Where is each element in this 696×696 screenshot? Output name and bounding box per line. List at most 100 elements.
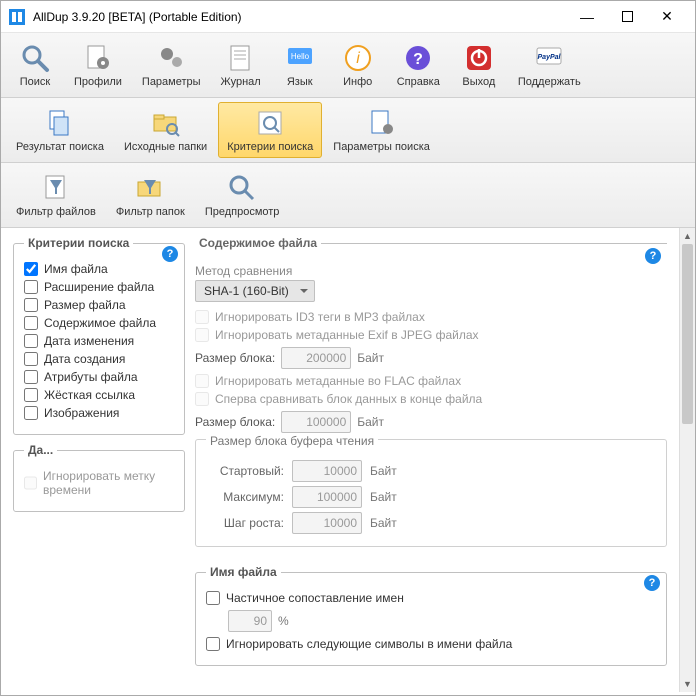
window-title: AllDup 3.9.20 [BETA] (Portable Edition) [33, 10, 567, 24]
toolbar-magnifier-button[interactable]: Поиск [7, 37, 63, 93]
criteria-item-7[interactable]: Жёсткая ссылка [24, 388, 174, 402]
help-icon[interactable]: ? [644, 575, 660, 591]
toolbar-power-button[interactable]: Выход [451, 37, 507, 93]
toolbar-label: Поиск [20, 76, 50, 88]
log-icon [225, 42, 257, 74]
params-icon [366, 107, 398, 139]
buffer-step-row: Шаг роста: Байт [206, 512, 656, 534]
ignore-timestamp-label: Игнорировать метку времени [43, 469, 174, 497]
date-options-group: Да... Игнорировать метку времени [13, 443, 185, 512]
maximize-button[interactable] [607, 2, 647, 32]
toolbar-label: Профили [74, 76, 122, 88]
toolbar-label: Выход [462, 76, 495, 88]
tab-folders[interactable]: Исходные папки [115, 102, 216, 158]
app-icon [9, 9, 25, 25]
date-options-legend: Да... [24, 443, 57, 457]
ignore-chars-checkbox[interactable]: Игнорировать следующие символы в имени ф… [206, 637, 656, 651]
help-icon[interactable]: ? [162, 246, 178, 262]
toolbar-label: Справка [397, 76, 440, 88]
ignore-id3-checkbox: Игнорировать ID3 теги в MP3 файлах [195, 310, 667, 324]
gear-doc-icon [82, 42, 114, 74]
info-icon: i [342, 42, 374, 74]
scroll-down-icon[interactable]: ▼ [680, 676, 695, 692]
criteria-legend: Критерии поиска [24, 236, 133, 250]
criteria-item-1[interactable]: Расширение файла [24, 280, 174, 294]
tab-preview[interactable]: Предпросмотр [196, 167, 289, 223]
file-content-legend: Содержимое файла [195, 236, 321, 250]
folders-icon [150, 107, 182, 139]
magnifier-icon [19, 42, 51, 74]
svg-text:PayPal: PayPal [538, 54, 562, 61]
toolbar-paypal-button[interactable]: PayPalПоддержать [509, 37, 590, 93]
criteria-item-6[interactable]: Атрибуты файла [24, 370, 174, 384]
svg-text:?: ? [413, 51, 423, 68]
tabs-row-1: Результат поискаИсходные папкиКритерии п… [1, 98, 695, 163]
toolbar-gears-button[interactable]: Параметры [133, 37, 210, 93]
toolbar-hello-button[interactable]: HelloЯзык [272, 37, 328, 93]
compare-method-select[interactable]: SHA-1 (160-Bit) [195, 280, 315, 302]
main-toolbar: Поиск Профили Параметры Журнал HelloЯзык i Инф… [1, 33, 695, 98]
svg-text:Hello: Hello [291, 52, 310, 61]
compare-end-checkbox: Сперва сравнивать блок данных в конце фа… [195, 392, 667, 406]
toolbar-help-button[interactable]: ? Справка [388, 37, 449, 93]
close-button[interactable]: ✕ [647, 2, 687, 32]
criteria-item-3[interactable]: Содержимое файла [24, 316, 174, 330]
toolbar-log-button[interactable]: Журнал [212, 37, 270, 93]
block-size-1-input[interactable] [281, 347, 351, 369]
partial-match-checkbox[interactable]: Частичное сопоставление имен [206, 591, 656, 605]
preview-icon [226, 172, 258, 204]
block-size-2-row: Размер блока: Байт [195, 411, 667, 433]
buffer-start-row: Стартовый: Байт [206, 460, 656, 482]
criteria-icon [254, 107, 286, 139]
paypal-icon: PayPal [533, 42, 565, 74]
percent-row: % [206, 610, 656, 632]
toolbar-info-button[interactable]: i Инфо [330, 37, 386, 93]
ignore-timestamp-input [24, 476, 37, 490]
buffer-step-input[interactable] [292, 512, 362, 534]
right-column: Содержимое файла ? Метод сравнения SHA-1… [191, 228, 695, 692]
scroll-up-icon[interactable]: ▲ [680, 228, 695, 244]
block-size-1-row: Размер блока: Байт [195, 347, 667, 369]
buffer-start-input[interactable] [292, 460, 362, 482]
compare-method-label: Метод сравнения [195, 264, 667, 278]
titlebar: AllDup 3.9.20 [BETA] (Portable Edition) … [1, 1, 695, 33]
tabs-row-2: Фильтр файловФильтр папокПредпросмотр [1, 163, 695, 228]
criteria-item-0[interactable]: Имя файла [24, 262, 174, 276]
buffer-max-input[interactable] [292, 486, 362, 508]
content-area: Критерии поиска ? Имя файла Расширение фа… [1, 228, 695, 692]
minimize-button[interactable]: — [567, 2, 607, 32]
percent-input[interactable] [228, 610, 272, 632]
result-icon [44, 107, 76, 139]
criteria-item-4[interactable]: Дата изменения [24, 334, 174, 348]
toolbar-gear-doc-button[interactable]: Профили [65, 37, 131, 93]
tab-filter[interactable]: Фильтр файлов [7, 167, 105, 223]
tab-criteria[interactable]: Критерии поиска [218, 102, 322, 158]
help-icon: ? [402, 42, 434, 74]
scrollbar-thumb[interactable] [682, 244, 693, 424]
filename-group: Имя файла ? Частичное сопоставление имен… [195, 565, 667, 666]
buffer-max-row: Максимум: Байт [206, 486, 656, 508]
criteria-group: Критерии поиска ? Имя файла Расширение фа… [13, 236, 185, 435]
hello-icon: Hello [284, 42, 316, 74]
tab-filter-folder[interactable]: Фильтр папок [107, 167, 194, 223]
block-size-2-input[interactable] [281, 411, 351, 433]
scrollbar[interactable]: ▲ ▼ [679, 228, 695, 692]
filter-icon [40, 172, 72, 204]
gears-icon [155, 42, 187, 74]
tab-result[interactable]: Результат поиска [7, 102, 113, 158]
criteria-item-5[interactable]: Дата создания [24, 352, 174, 366]
filename-legend: Имя файла [206, 565, 281, 579]
help-icon[interactable]: ? [645, 248, 661, 264]
svg-text:i: i [356, 50, 360, 67]
ignore-timestamp-checkbox: Игнорировать метку времени [24, 469, 174, 497]
toolbar-label: Журнал [221, 76, 261, 88]
filter-folder-icon [134, 172, 166, 204]
left-column: Критерии поиска ? Имя файла Расширение фа… [1, 228, 191, 692]
criteria-item-8[interactable]: Изображения [24, 406, 174, 420]
buffer-legend: Размер блока буфера чтения [206, 434, 378, 448]
ignore-exif-checkbox: Игнорировать метаданные Exif в JPEG файл… [195, 328, 667, 342]
tab-params[interactable]: Параметры поиска [324, 102, 439, 158]
criteria-item-2[interactable]: Размер файла [24, 298, 174, 312]
toolbar-label: Инфо [343, 76, 372, 88]
buffer-subgroup: Размер блока буфера чтения Стартовый: Ба… [195, 439, 667, 547]
